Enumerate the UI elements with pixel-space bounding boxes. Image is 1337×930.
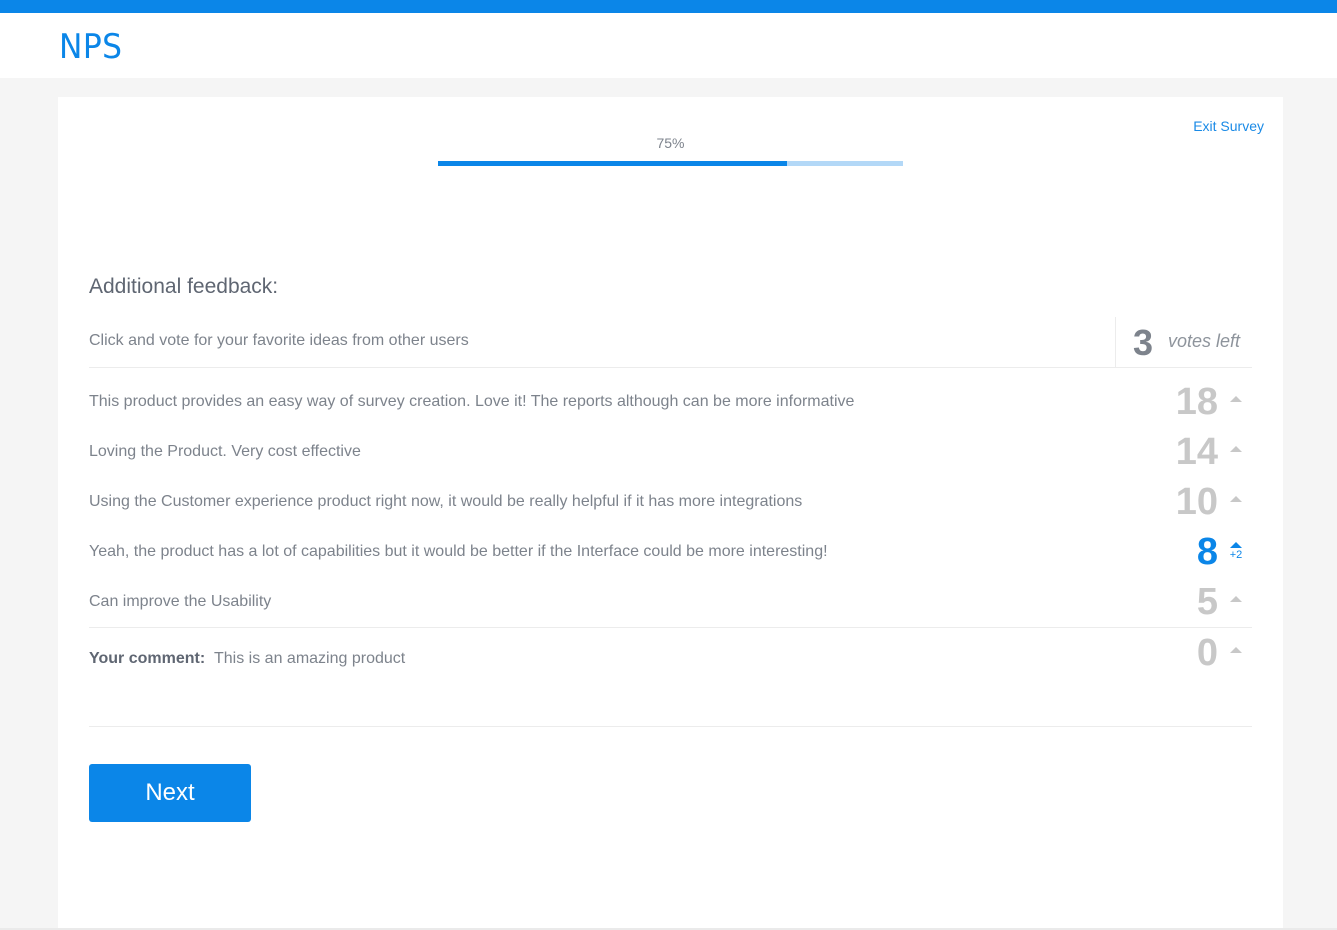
header: NPS: [0, 13, 1337, 78]
upvote-button[interactable]: [1225, 392, 1247, 422]
idea-row[interactable]: This product provides an easy way of sur…: [89, 378, 1252, 428]
top-accent-bar: [0, 0, 1337, 13]
instruction-text: Click and vote for your favorite ideas f…: [89, 332, 469, 349]
upvote-button[interactable]: +2: [1225, 542, 1247, 572]
votes-left-counter: 3 votes left: [1115, 317, 1252, 367]
caret-up-icon: [1230, 446, 1242, 452]
idea-text: Loving the Product. Very cost effective: [89, 443, 361, 460]
your-comment-row: Your comment: This is an amazing product…: [89, 627, 1252, 727]
idea-vote-count: 5: [1196, 581, 1218, 623]
vote-delta: +2: [1229, 549, 1243, 561]
upvote-button[interactable]: [1225, 643, 1247, 673]
idea-vote-count: 18: [1175, 381, 1218, 423]
caret-up-icon: [1230, 396, 1242, 402]
idea-vote-count: 14: [1175, 431, 1218, 473]
idea-row[interactable]: Using the Customer experience product ri…: [89, 478, 1252, 528]
exit-survey-link[interactable]: Exit Survey: [1193, 118, 1264, 134]
upvote-button[interactable]: [1225, 592, 1247, 622]
progress-track: [438, 161, 903, 166]
upvote-button[interactable]: [1225, 442, 1247, 472]
idea-vote-count: 8: [1196, 531, 1218, 573]
progress-indicator: 75%: [438, 135, 903, 166]
caret-up-icon: [1230, 496, 1242, 502]
progress-label: 75%: [656, 135, 685, 151]
idea-text: Using the Customer experience product ri…: [89, 493, 803, 510]
idea-row[interactable]: Can improve the Usability 5: [89, 578, 1252, 628]
progress-fill: [438, 161, 787, 166]
ideas-list: This product provides an easy way of sur…: [89, 378, 1252, 628]
survey-card: Exit Survey 75% Additional feedback: Cli…: [58, 97, 1283, 930]
your-comment-label: Your comment:: [89, 650, 206, 667]
instruction-row: Click and vote for your favorite ideas f…: [89, 317, 1252, 368]
idea-row[interactable]: Loving the Product. Very cost effective …: [89, 428, 1252, 478]
next-button[interactable]: Next: [89, 764, 251, 822]
idea-text: Can improve the Usability: [89, 593, 272, 610]
votes-left-label: votes left: [1168, 331, 1241, 351]
your-comment-text: This is an amazing product: [214, 650, 406, 667]
idea-vote-count: 10: [1175, 481, 1218, 523]
votes-left-count: 3: [1133, 322, 1154, 363]
your-comment-vote-count: 0: [1196, 632, 1218, 674]
idea-row[interactable]: Yeah, the product has a lot of capabilit…: [89, 528, 1252, 578]
caret-up-icon: [1230, 596, 1242, 602]
upvote-button[interactable]: [1225, 492, 1247, 522]
app-title: NPS: [59, 27, 123, 67]
section-title: Additional feedback:: [89, 275, 279, 298]
idea-text: Yeah, the product has a lot of capabilit…: [89, 543, 828, 560]
caret-up-icon: [1230, 542, 1242, 548]
idea-text: This product provides an easy way of sur…: [89, 393, 855, 410]
caret-up-icon: [1230, 647, 1242, 653]
